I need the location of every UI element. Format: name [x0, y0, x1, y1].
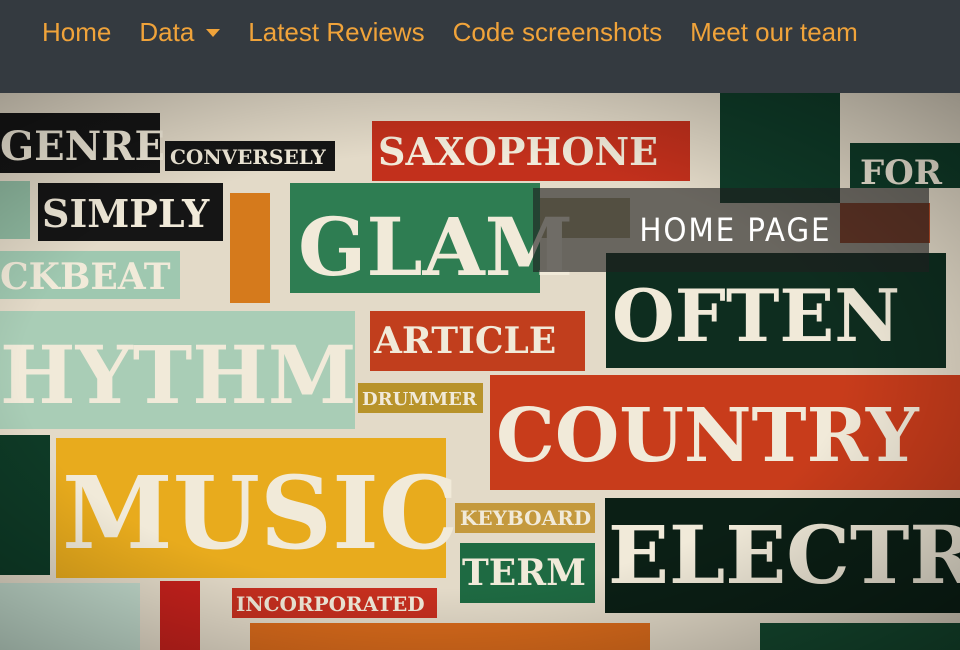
svg-text:SIMPLY: SIMPLY	[42, 191, 210, 236]
svg-text:FOR: FOR	[860, 153, 943, 193]
svg-text:COUNTRY: COUNTRY	[496, 393, 920, 479]
nav-link-home[interactable]: Home	[28, 14, 125, 50]
nav-link-code-screenshots[interactable]: Code screenshots	[439, 14, 677, 50]
svg-text:CONVERSELY: CONVERSELY	[170, 145, 326, 169]
svg-text:OFTEN: OFTEN	[612, 273, 900, 358]
hero-banner: GENRE CONVERSELY SAXOPHONE SIMPLY GLAM C…	[0, 93, 960, 650]
svg-text:CKBEAT: CKBEAT	[0, 256, 171, 298]
nav-link-latest-reviews[interactable]: Latest Reviews	[234, 14, 438, 50]
svg-text:KEYBOARD: KEYBOARD	[460, 506, 591, 530]
nav-list: Home Data Latest Reviews Code screenshot…	[28, 14, 872, 50]
svg-text:GENRE: GENRE	[0, 123, 165, 170]
svg-text:INCORPORATED: INCORPORATED	[236, 592, 425, 616]
svg-text:MUSIC: MUSIC	[62, 454, 458, 572]
nav-dropdown-label: Data	[139, 17, 195, 47]
svg-text:HYTHM: HYTHM	[0, 328, 356, 422]
top-navbar: Home Data Latest Reviews Code screenshot…	[0, 0, 960, 93]
svg-text:ARTICLE: ARTICLE	[373, 320, 556, 362]
hero-background-image: GENRE CONVERSELY SAXOPHONE SIMPLY GLAM C…	[0, 93, 960, 650]
svg-text:ELECTR: ELECTR	[608, 508, 960, 602]
hero-title-box: HOME PAGE	[533, 188, 929, 272]
svg-text:TERM: TERM	[462, 552, 586, 594]
nav-dropdown-data[interactable]: Data	[125, 14, 234, 50]
svg-text:DRUMMER: DRUMMER	[362, 389, 478, 410]
svg-text:GLAM: GLAM	[298, 200, 573, 294]
caret-down-icon	[206, 29, 221, 37]
hero-title: HOME PAGE	[638, 211, 832, 249]
nav-link-meet-our-team[interactable]: Meet our team	[676, 14, 872, 50]
svg-text:SAXOPHONE: SAXOPHONE	[378, 129, 658, 174]
